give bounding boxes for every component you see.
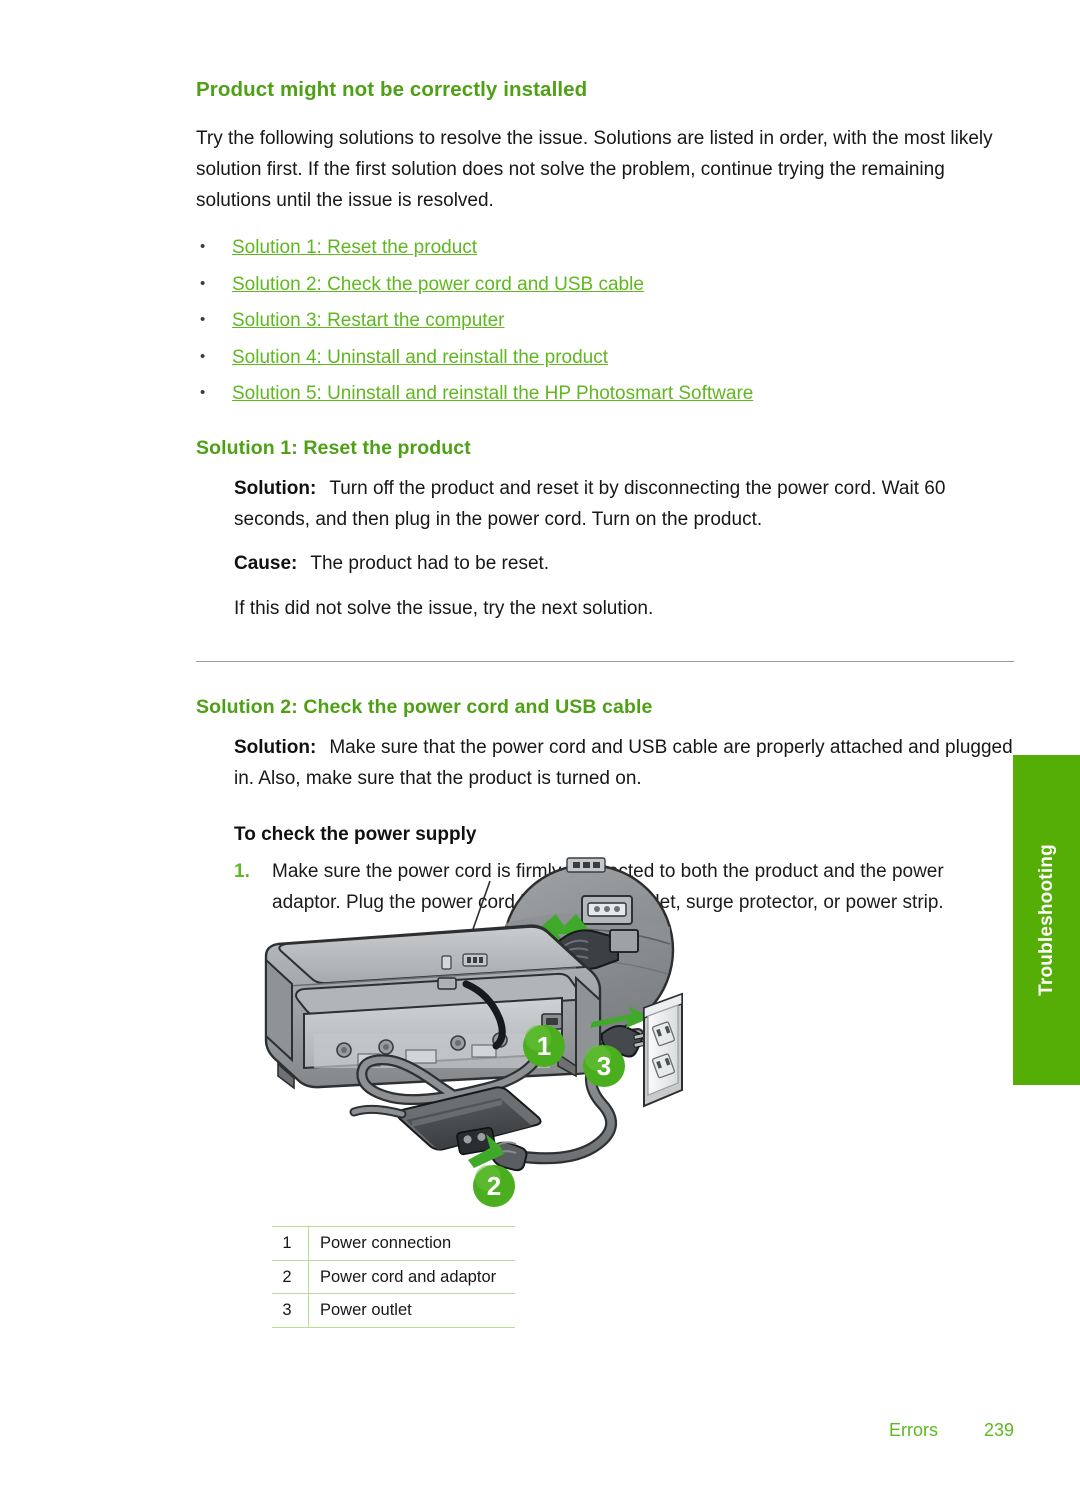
solution-link-list: • Solution 1: Reset the product • Soluti… [196,234,1014,409]
wall-outlet [643,992,683,1108]
callout-2-number: 2 [487,1171,501,1201]
footer-page-number: 239 [983,1420,1014,1440]
legend-key: 3 [272,1293,309,1328]
legend-key: 2 [272,1259,309,1295]
callout-1: 1 [523,1025,565,1067]
bullet-icon: • [200,311,206,329]
content-column: Product might not be correctly installed… [196,78,1014,919]
link-solution-4[interactable]: Solution 4: Uninstall and reinstall the … [232,344,608,373]
legend-key: 1 [272,1226,309,1261]
solution-text: Turn off the product and reset it by dis… [234,477,946,530]
bullet-icon: • [200,384,206,402]
bullet-icon: • [200,274,206,292]
list-item: • Solution 1: Reset the product [196,234,1014,263]
list-item: • Solution 3: Restart the computer [196,307,1014,336]
solution-label: Solution: [234,736,317,758]
solution-1-heading: Solution 1: Reset the product [196,436,471,459]
document-page: Product might not be correctly installed… [0,0,1080,1495]
list-item: • Solution 4: Uninstall and reinstall th… [196,344,1014,373]
roller-assembly [314,1032,550,1068]
bullet-icon: • [200,347,206,365]
callout-3: 3 [583,1045,625,1087]
bullet-icon: • [200,238,206,256]
page-title: Product might not be correctly installed [196,78,588,101]
intro-paragraph: Try the following solutions to resolve t… [196,128,993,211]
usb-port-socket [581,895,633,925]
legend-value: Power cord and adaptor [308,1259,515,1295]
side-tab-troubleshooting: Troubleshooting [1013,755,1080,1085]
solution-1-cause-paragraph: Cause: The product had to be reset. [234,549,1014,580]
list-item: • Solution 2: Check the power cord and U… [196,271,1014,300]
solution-2-heading: Solution 2: Check the power cord and USB… [196,695,653,718]
callout-1-number: 1 [537,1031,551,1061]
figure-legend-table: 1 Power connection 2 Power cord and adap… [272,1226,515,1328]
side-tab-label: Troubleshooting [1035,844,1057,996]
list-item: • Solution 5: Uninstall and reinstall th… [196,380,1014,409]
link-solution-2[interactable]: Solution 2: Check the power cord and USB… [232,271,644,300]
table-row: 1 Power connection [272,1226,515,1261]
solution-2-solution-paragraph: Solution: Make sure that the power cord a… [234,733,1014,795]
power-connection-figure: 1 2 3 [258,838,688,1220]
legend-value: Power outlet [308,1293,515,1328]
section-divider [196,660,1014,662]
cause-label: Cause: [234,553,298,575]
cause-text: The product had to be reset. [310,553,550,575]
solution-1-body: Solution: Turn off the product and reset … [234,474,1014,625]
solution-text: Make sure that the power cord and USB ca… [234,736,1013,789]
solution-label: Solution: [234,477,317,499]
callout-3-number: 3 [597,1051,611,1081]
table-row: 3 Power outlet [272,1293,515,1328]
link-solution-3[interactable]: Solution 3: Restart the computer [232,307,504,336]
solution-1-solution-paragraph: Solution: Turn off the product and reset … [234,474,1014,536]
page-footer: Errors 239 [0,1420,1014,1441]
callout-2: 2 [473,1165,515,1207]
table-row: 2 Power cord and adaptor [272,1259,515,1295]
link-solution-5[interactable]: Solution 5: Uninstall and reinstall the … [232,380,753,409]
legend-value: Power connection [308,1226,515,1261]
footer-section-label: Errors [888,1420,938,1440]
solution-1-next-paragraph: If this did not solve the issue, try the… [234,598,654,620]
link-solution-1[interactable]: Solution 1: Reset the product [232,234,477,263]
